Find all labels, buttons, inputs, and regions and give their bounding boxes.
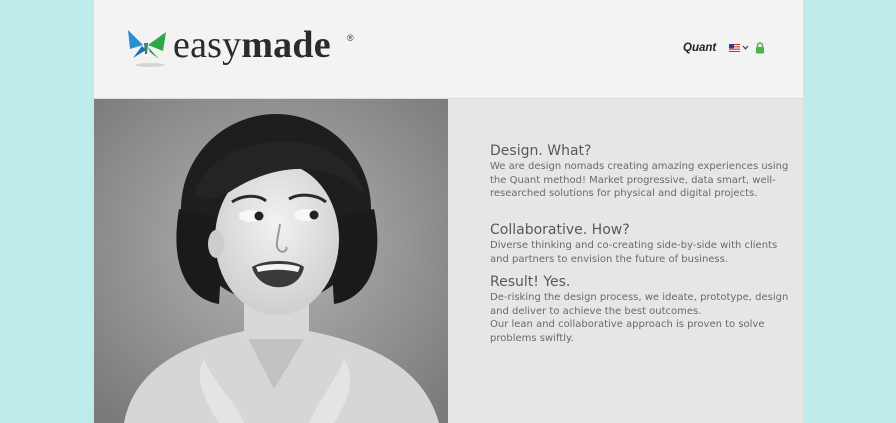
logo-shadow bbox=[135, 63, 165, 67]
section-heading: Result! Yes. bbox=[490, 274, 571, 290]
section-heading: Design. What? bbox=[490, 143, 592, 159]
butterfly-logo-icon bbox=[128, 30, 166, 59]
language-selector[interactable] bbox=[729, 43, 751, 54]
section-collaborative: Collaborative. How? Diverse thinking and… bbox=[490, 222, 790, 266]
content-panel: Design. What? We are design nomads creat… bbox=[448, 99, 803, 423]
section-text: We are design nomads creating amazing ex… bbox=[490, 161, 789, 199]
section-text: Diverse thinking and co-creating side-by… bbox=[490, 240, 778, 265]
nav-link-quant[interactable]: Quant bbox=[683, 42, 716, 54]
logo-easy: easy bbox=[173, 24, 242, 66]
section-design: Design. What? We are design nomads creat… bbox=[490, 143, 790, 201]
section-text: Our lean and collaborative approach is p… bbox=[490, 319, 765, 344]
logo-wordmark: easymade bbox=[173, 23, 331, 67]
chevron-down-icon bbox=[742, 45, 749, 50]
section-result: Result! Yes. De-risking the design proce… bbox=[490, 274, 790, 345]
easymade-logo[interactable]: easymade ® bbox=[126, 24, 354, 68]
logo-made: made bbox=[241, 24, 331, 66]
site-header: easymade ® Quant bbox=[94, 0, 803, 99]
lock-icon[interactable] bbox=[755, 42, 765, 54]
section-heading: Collaborative. How? bbox=[490, 222, 630, 238]
registered-mark: ® bbox=[347, 33, 354, 43]
page: easymade ® Quant Design. What? We are de… bbox=[94, 0, 803, 423]
woman-portrait-photo bbox=[94, 99, 448, 423]
hero-photo bbox=[94, 99, 448, 423]
us-flag-icon bbox=[729, 44, 740, 52]
section-text: De-risking the design process, we ideate… bbox=[490, 292, 789, 317]
